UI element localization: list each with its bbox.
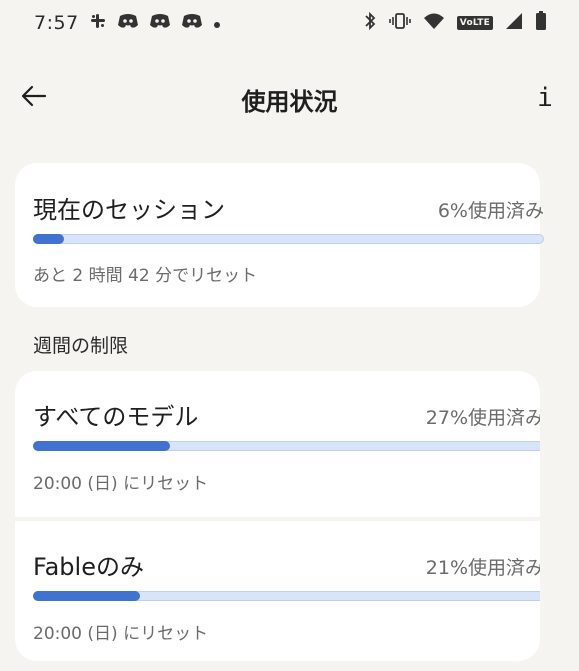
all-models-progress-bar [33,441,540,451]
fable-reset-text: 20:00 (日) にリセット [33,624,209,644]
discord-icon [149,12,171,34]
session-usage: 6%使用済み [437,200,544,222]
status-right: VoLTE [363,10,547,36]
slack-icon [89,12,107,34]
all-models-usage: 27%使用済み [425,407,540,429]
dot-icon [213,14,221,33]
signal-icon [505,12,523,34]
status-time: 7:57 [34,12,79,34]
info-icon: i [537,83,553,113]
volte-icon: VoLTE [456,16,493,30]
weekly-card: すべてのモデル 27%使用済み 20:00 (日) にリセット Fableのみ … [15,371,540,661]
all-models-label: すべてのモデル [33,403,199,431]
fable-progress-fill [33,591,140,601]
info-button[interactable]: i [525,78,565,118]
all-models-progress-fill [33,441,171,451]
fable-progress-bar [33,591,540,601]
weekly-section-title: 週間の制限 [33,335,129,357]
discord-icon [117,12,139,34]
app-bar: 使用状況 i [0,70,579,126]
divider [15,517,540,521]
session-card: 現在のセッション 6%使用済み あと 2 時間 42 分でリセット [15,163,544,307]
session-progress-bar [33,234,544,244]
discord-icon [181,12,203,34]
fable-label: Fableのみ [33,553,144,581]
session-label: 現在のセッション [33,196,225,224]
session-progress-fill [33,234,64,244]
vibrate-icon [388,12,411,34]
fable-usage: 21%使用済み [425,557,540,579]
session-reset-text: あと 2 時間 42 分でリセット [33,266,258,286]
status-bar: 7:57 VoLTE [0,0,579,46]
status-left: 7:57 [34,10,221,36]
page-title: 使用状況 [241,88,338,116]
wifi-icon [423,12,445,34]
all-models-reset-text: 20:00 (日) にリセット [33,474,209,494]
bluetooth-icon [363,11,377,35]
battery-icon [535,11,547,35]
